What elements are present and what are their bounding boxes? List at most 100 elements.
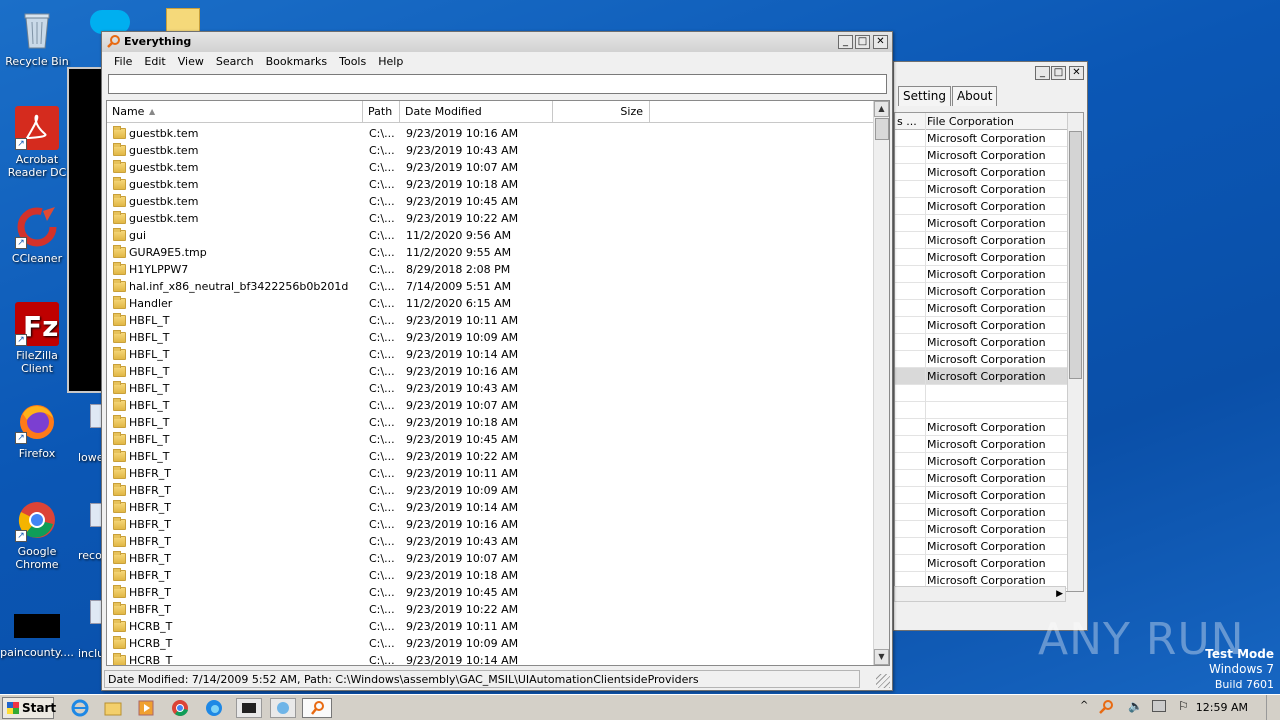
table-row[interactable]: gui C:\... 11/2/2020 9:56 AM [107, 227, 875, 244]
close-button[interactable]: ✕ [873, 35, 888, 49]
explorer-icon[interactable] [103, 698, 125, 718]
table-row[interactable]: Microsoft Corporation [895, 130, 1067, 147]
table-row[interactable]: Microsoft Corporation [895, 266, 1067, 283]
table-row[interactable]: HBFL_T C:\... 9/23/2019 10:45 AM [107, 431, 875, 448]
column-path[interactable]: Path [363, 101, 400, 123]
table-row[interactable]: Microsoft Corporation [895, 419, 1067, 436]
table-row[interactable]: HBFR_T C:\... 9/23/2019 10:07 AM [107, 550, 875, 567]
menu-bookmarks[interactable]: Bookmarks [260, 54, 333, 70]
media-player-icon[interactable] [136, 698, 158, 718]
edge-icon[interactable] [204, 698, 226, 718]
table-row[interactable]: HBFR_T C:\... 9/23/2019 10:09 AM [107, 482, 875, 499]
scroll-down-icon[interactable]: ▼ [874, 649, 889, 665]
process-list-window[interactable]: _ □ ✕ Setting About s ... File Corporati… [893, 61, 1088, 631]
table-row[interactable]: Microsoft Corporation [895, 521, 1067, 538]
column-header[interactable]: s ... [897, 113, 917, 130]
tab-setting[interactable]: Setting [898, 86, 951, 106]
results-list[interactable]: Name ▲ Path Date Modified Size guestbk.t… [106, 100, 890, 666]
minimize-button[interactable]: _ [1035, 66, 1050, 80]
column-size[interactable]: Size [553, 101, 650, 123]
table-row[interactable]: Microsoft Corporation [895, 317, 1067, 334]
table-row[interactable]: HBFR_T C:\... 9/23/2019 10:14 AM [107, 499, 875, 516]
menu-search[interactable]: Search [210, 54, 260, 70]
table-row[interactable]: Microsoft Corporation [895, 487, 1067, 504]
table-row[interactable]: Handler C:\... 11/2/2020 6:15 AM [107, 295, 875, 312]
table-row[interactable]: Microsoft Corporation [895, 249, 1067, 266]
paincounty-icon[interactable]: paincounty.... [0, 614, 74, 659]
folder-icon[interactable] [166, 8, 200, 32]
menu-tools[interactable]: Tools [333, 54, 372, 70]
table-row[interactable]: HCRB_T C:\... 9/23/2019 10:11 AM [107, 618, 875, 635]
table-row[interactable]: guestbk.tem C:\... 9/23/2019 10:45 AM [107, 193, 875, 210]
table-row[interactable]: guestbk.tem C:\... 9/23/2019 10:43 AM [107, 142, 875, 159]
table-row[interactable]: HBFR_T C:\... 9/23/2019 10:45 AM [107, 584, 875, 601]
firefox-icon[interactable]: ↗ Firefox [0, 400, 74, 460]
column-date-modified[interactable]: Date Modified [400, 101, 553, 123]
title-bar[interactable]: Everything _ □ ✕ [102, 32, 892, 52]
column-name[interactable]: Name ▲ [107, 101, 363, 123]
network-icon[interactable] [1152, 700, 1166, 712]
table-row[interactable]: HBFL_T C:\... 9/23/2019 10:22 AM [107, 448, 875, 465]
maximize-button[interactable]: □ [1051, 66, 1066, 80]
table-row[interactable]: HBFR_T C:\... 9/23/2019 10:22 AM [107, 601, 875, 618]
table-row[interactable] [895, 385, 1067, 402]
scroll-thumb[interactable] [1069, 131, 1082, 379]
table-row[interactable]: Microsoft Corporation [895, 351, 1067, 368]
maximize-button[interactable]: □ [855, 35, 870, 49]
table-row[interactable]: GURA9E5.tmp C:\... 11/2/2020 9:55 AM [107, 244, 875, 261]
table-row[interactable]: guestbk.tem C:\... 9/23/2019 10:16 AM [107, 125, 875, 142]
table-row[interactable]: Microsoft Corporation [895, 300, 1067, 317]
table-row[interactable]: Microsoft Corporation [895, 164, 1067, 181]
show-desktop-button[interactable] [1266, 695, 1280, 720]
table-row[interactable]: HBFL_T C:\... 9/23/2019 10:07 AM [107, 397, 875, 414]
table-row[interactable]: Microsoft Corporation [895, 334, 1067, 351]
process-table[interactable]: s ... File Corporation Microsoft Corpora… [894, 112, 1084, 592]
table-row[interactable]: HBFR_T C:\... 9/23/2019 10:18 AM [107, 567, 875, 584]
horizontal-scrollbar[interactable]: ▶ [894, 586, 1066, 602]
volume-icon[interactable]: 🔈 [1128, 699, 1143, 713]
table-row[interactable]: HCRB_T C:\... 9/23/2019 10:14 AM [107, 652, 875, 665]
scroll-thumb[interactable] [875, 118, 889, 140]
table-row[interactable]: Microsoft Corporation [895, 181, 1067, 198]
menu-help[interactable]: Help [372, 54, 409, 70]
tray-expand-icon[interactable]: ^ [1080, 700, 1088, 711]
table-row[interactable]: Microsoft Corporation [895, 198, 1067, 215]
table-row[interactable]: guestbk.tem C:\... 9/23/2019 10:18 AM [107, 176, 875, 193]
console-window[interactable] [67, 67, 103, 393]
table-row[interactable]: Microsoft Corporation [895, 215, 1067, 232]
table-row[interactable]: guestbk.tem C:\... 9/23/2019 10:07 AM [107, 159, 875, 176]
table-row[interactable] [895, 402, 1067, 419]
everything-taskbar-icon[interactable] [302, 698, 332, 718]
table-row[interactable]: HBFL_T C:\... 9/23/2019 10:43 AM [107, 380, 875, 397]
ie-icon[interactable] [70, 698, 92, 718]
table-row[interactable]: H1YLPPW7 C:\... 8/29/2018 2:08 PM [107, 261, 875, 278]
table-row[interactable]: HBFL_T C:\... 9/23/2019 10:16 AM [107, 363, 875, 380]
menu-file[interactable]: File [108, 54, 138, 70]
close-button[interactable]: ✕ [1069, 66, 1084, 80]
table-row[interactable]: hal.inf_x86_neutral_bf3422256b0b201d C:\.… [107, 278, 875, 295]
vertical-scrollbar[interactable]: ▲ ▼ [873, 101, 889, 665]
everything-window[interactable]: Everything _ □ ✕ File Edit View Search B… [101, 31, 893, 691]
table-row[interactable]: Microsoft Corporation [895, 147, 1067, 164]
acrobat-reader-icon[interactable]: ↗ Acrobat Reader DC [0, 106, 74, 179]
chrome-taskbar-icon[interactable] [170, 698, 192, 718]
table-row[interactable]: Microsoft Corporation [895, 453, 1067, 470]
column-header[interactable]: File Corporation [927, 113, 1014, 130]
table-row[interactable]: HCRB_T C:\... 9/23/2019 10:09 AM [107, 635, 875, 652]
minimize-button[interactable]: _ [838, 35, 853, 49]
table-row[interactable]: HBFL_T C:\... 9/23/2019 10:09 AM [107, 329, 875, 346]
scroll-up-icon[interactable]: ▲ [874, 101, 889, 117]
table-row[interactable]: HBFL_T C:\... 9/23/2019 10:14 AM [107, 346, 875, 363]
table-row[interactable]: Microsoft Corporation [895, 232, 1067, 249]
table-row[interactable]: HBFL_T C:\... 9/23/2019 10:18 AM [107, 414, 875, 431]
everything-tray-icon[interactable] [1098, 699, 1114, 718]
menu-view[interactable]: View [172, 54, 210, 70]
start-button[interactable]: Start [2, 697, 56, 719]
table-row[interactable]: Microsoft Corporation [895, 283, 1067, 300]
tab-about[interactable]: About [951, 86, 998, 106]
app-taskbar-icon[interactable] [270, 698, 296, 718]
resize-grip-icon[interactable] [876, 674, 890, 688]
table-row[interactable]: HBFR_T C:\... 9/23/2019 10:16 AM [107, 516, 875, 533]
chrome-icon[interactable]: ↗ Google Chrome [0, 498, 74, 571]
table-row[interactable]: guestbk.tem C:\... 9/23/2019 10:22 AM [107, 210, 875, 227]
